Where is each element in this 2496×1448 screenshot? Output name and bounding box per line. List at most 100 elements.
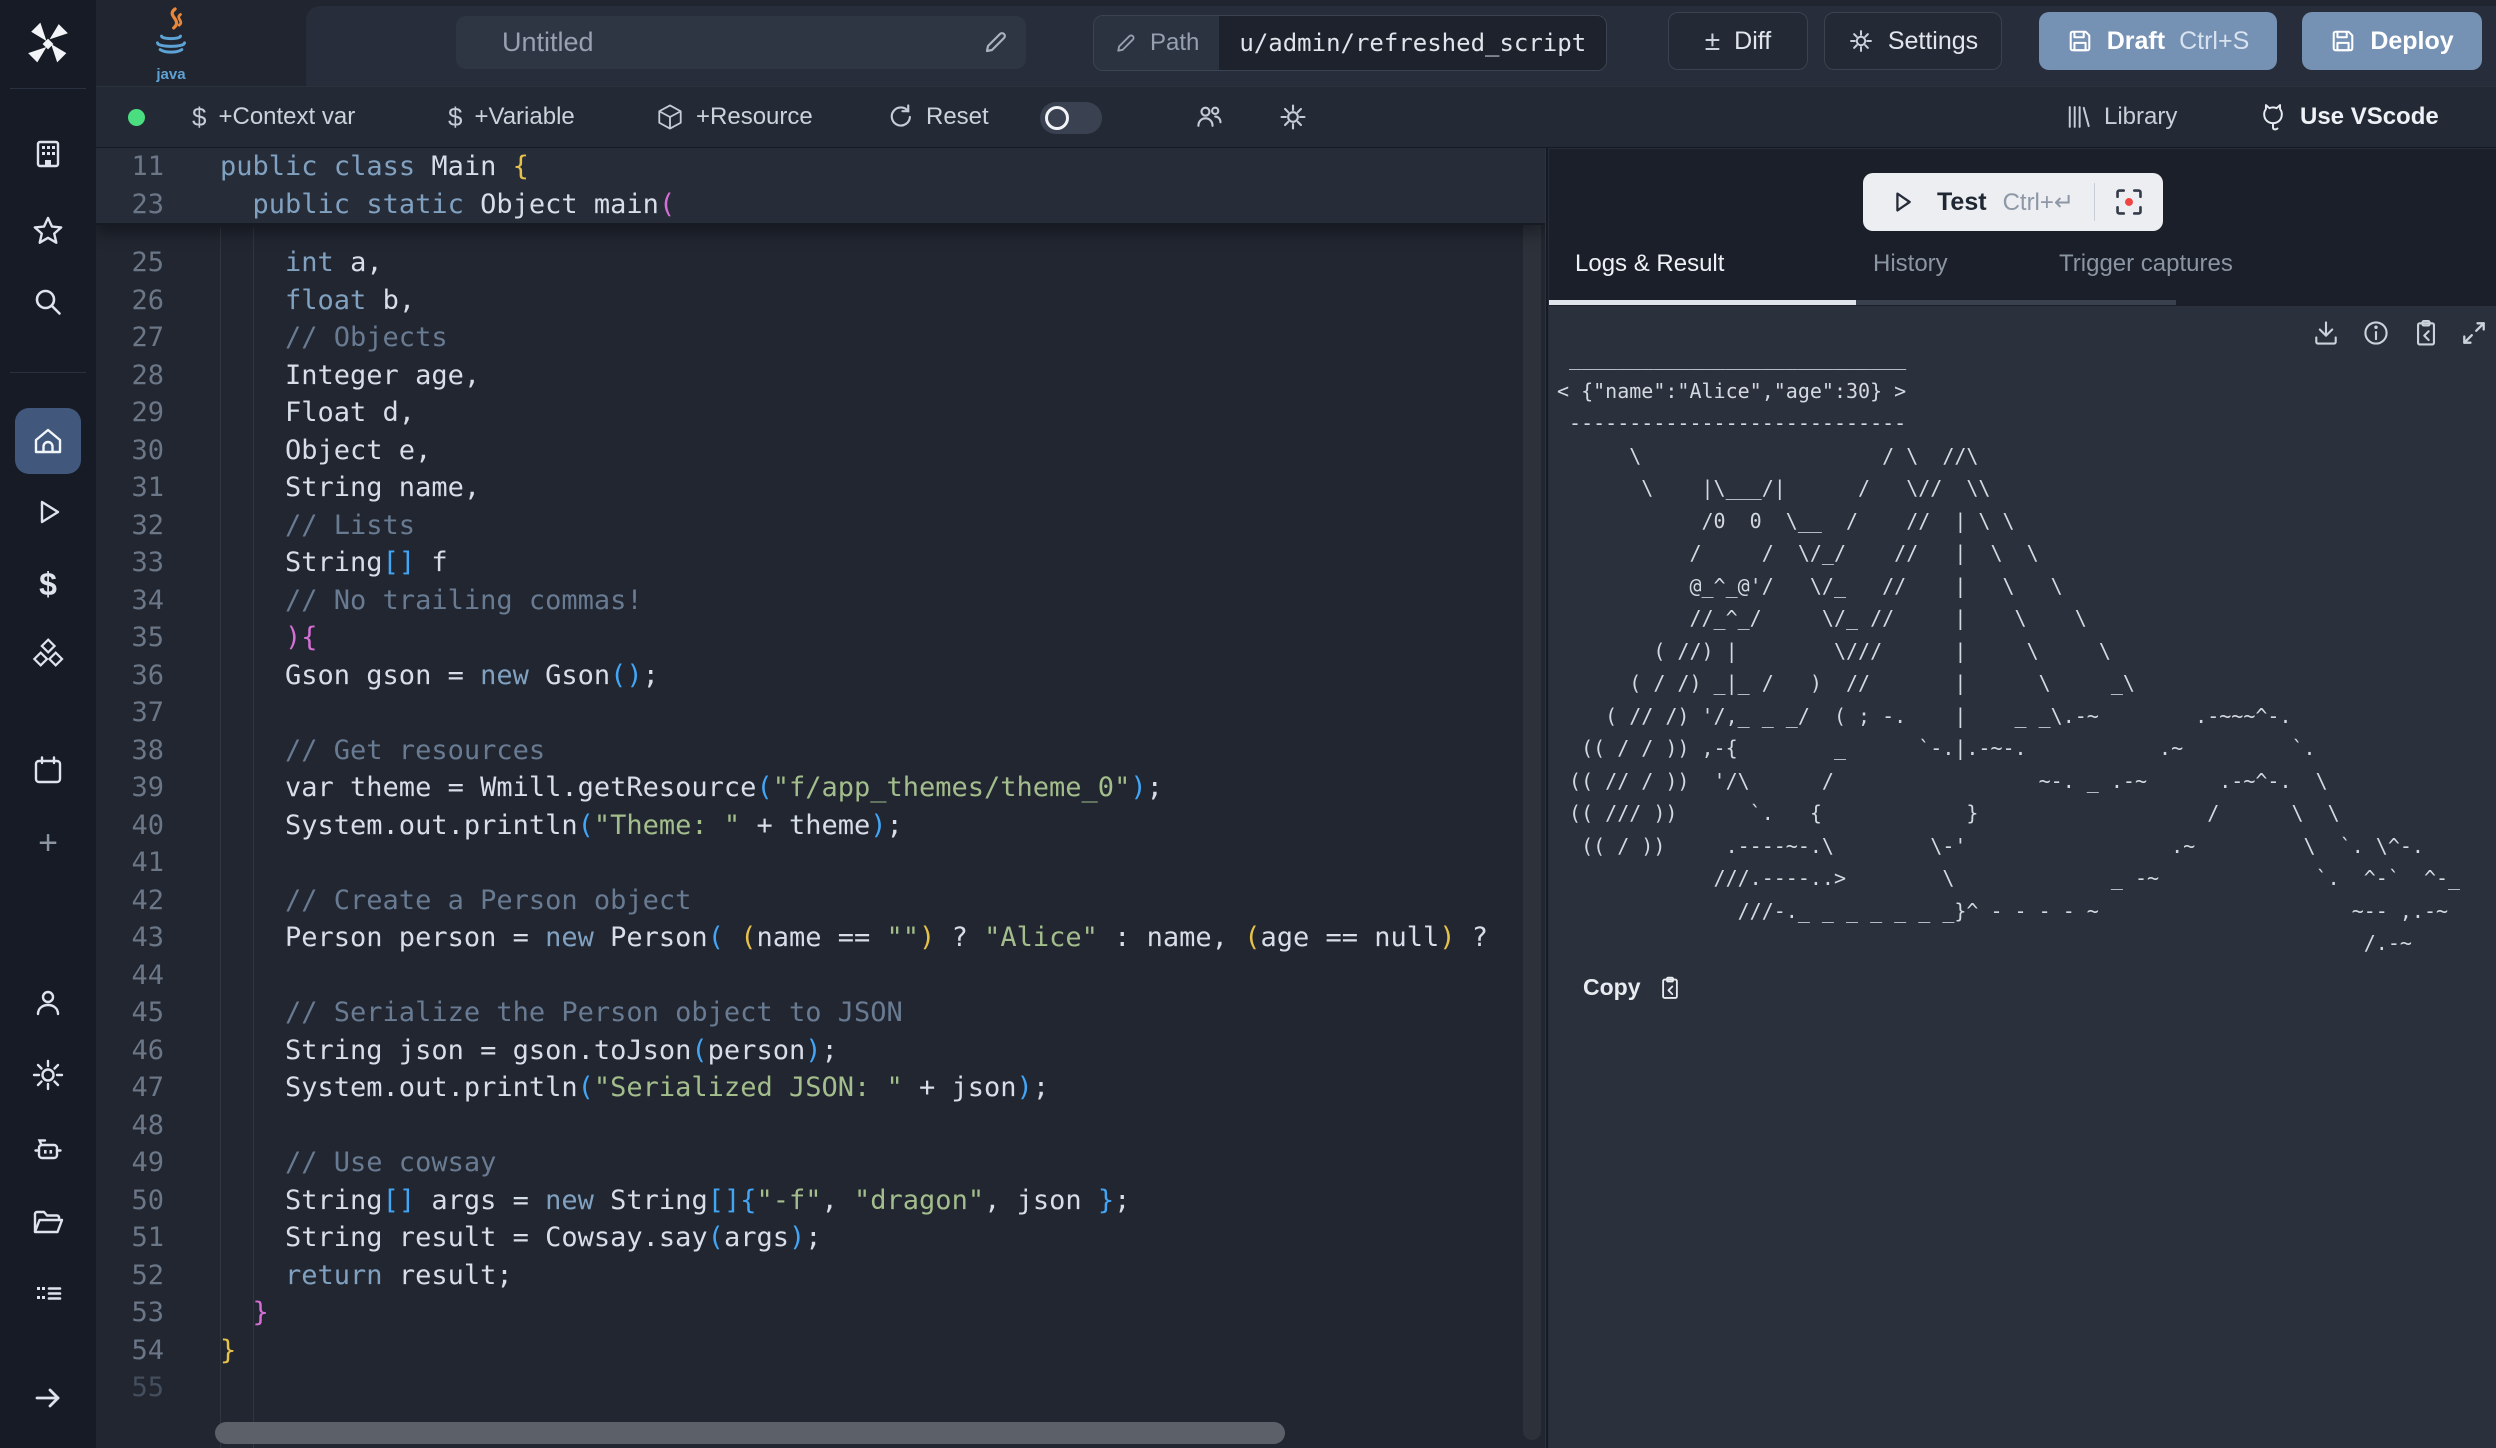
tab-trigger-captures[interactable]: Trigger captures <box>2059 250 2233 278</box>
add-context-var-button[interactable]: $ +Context var <box>192 87 355 147</box>
code-line[interactable]: 44 <box>96 957 1545 995</box>
code-line[interactable]: 31 String name, <box>96 469 1545 507</box>
code-line[interactable]: 34 // No trailing commas! <box>96 582 1545 620</box>
line-number: 53 <box>96 1294 164 1332</box>
diff-mode-toggle[interactable] <box>1040 102 1102 134</box>
code-line[interactable]: 46 String json = gson.toJson(person); <box>96 1032 1545 1070</box>
line-number: 40 <box>96 807 164 845</box>
code-line[interactable]: 23 public static Object main( <box>96 186 1545 224</box>
settings-button[interactable]: Settings <box>1824 12 2002 70</box>
folders-icon[interactable] <box>31 1206 65 1240</box>
tab-logs-result[interactable]: Logs & Result <box>1575 250 1724 278</box>
line-number: 23 <box>96 186 164 224</box>
reset-button[interactable]: Reset <box>886 87 989 147</box>
code-line[interactable]: 55 <box>96 1369 1545 1407</box>
code-line[interactable]: 53 } <box>96 1294 1545 1332</box>
horizontal-scrollbar[interactable] <box>215 1422 1285 1444</box>
code-editor[interactable]: 11public class Main {23 public static Ob… <box>96 148 1546 1448</box>
code-line[interactable]: 39 var theme = Wmill.getResource("f/app_… <box>96 769 1545 807</box>
add-variable-button[interactable]: $ +Variable <box>448 87 575 147</box>
code-line[interactable]: 11public class Main { <box>96 148 1545 186</box>
line-number: 35 <box>96 619 164 657</box>
use-vscode-button[interactable]: Use VScode <box>2258 87 2439 147</box>
reset-icon <box>886 103 914 131</box>
code-line[interactable]: 30 Object e, <box>96 432 1545 470</box>
add-resource-button[interactable]: +Resource <box>656 87 813 147</box>
code-line[interactable]: 42 // Create a Person object <box>96 882 1545 920</box>
dollar-icon: $ <box>192 102 206 133</box>
code-line[interactable]: 37 <box>96 694 1545 732</box>
line-number: 54 <box>96 1332 164 1370</box>
code-line[interactable]: 35 ){ <box>96 619 1545 657</box>
toggle-knob <box>1045 106 1069 130</box>
favorites-star-icon[interactable] <box>31 214 65 248</box>
user-icon[interactable] <box>31 986 65 1020</box>
sidebar-divider <box>10 372 86 373</box>
variables-dollar-icon[interactable]: $ <box>31 566 65 600</box>
path-chip[interactable]: Path u/admin/refreshed_script <box>1093 15 1607 71</box>
logs-list-icon[interactable] <box>31 1276 65 1310</box>
reset-label: Reset <box>926 103 989 131</box>
schedules-calendar-icon[interactable] <box>31 753 65 787</box>
code-line[interactable]: 38 // Get resources <box>96 732 1545 770</box>
library-button[interactable]: Library <box>2064 87 2177 147</box>
code-line[interactable]: 54} <box>96 1332 1545 1370</box>
code-line[interactable]: 27 // Objects <box>96 319 1545 357</box>
line-number: 46 <box>96 1032 164 1070</box>
tab-history[interactable]: History <box>1873 250 1948 278</box>
test-button-group[interactable]: Test Ctrl+↵ <box>1863 173 2163 231</box>
code-line[interactable]: 40 System.out.println("Theme: " + theme)… <box>96 807 1545 845</box>
diff-button[interactable]: ± Diff <box>1668 12 1808 70</box>
path-label-segment[interactable]: Path <box>1094 16 1219 70</box>
code-line[interactable]: 52 return result; <box>96 1257 1545 1295</box>
collaborators-button[interactable] <box>1194 87 1224 147</box>
expand-arrow-icon[interactable] <box>31 1381 65 1415</box>
line-number: 29 <box>96 394 164 432</box>
path-value[interactable]: u/admin/refreshed_script <box>1219 16 1606 70</box>
workers-robot-icon[interactable] <box>31 1133 65 1167</box>
edit-title-pencil-icon[interactable] <box>982 28 1010 56</box>
code-line[interactable]: 36 Gson gson = new Gson(); <box>96 657 1545 695</box>
search-icon[interactable] <box>31 285 65 319</box>
clipboard-copy-icon <box>1657 975 1683 1001</box>
language-tab-java[interactable]: java <box>126 6 216 86</box>
draft-label: Draft <box>2107 27 2165 56</box>
code-line[interactable]: 25 int a, <box>96 244 1545 282</box>
code-line[interactable]: 41 <box>96 844 1545 882</box>
code-line[interactable]: 26 float b, <box>96 282 1545 320</box>
line-number: 42 <box>96 882 164 920</box>
resources-cubes-icon[interactable] <box>31 637 65 671</box>
sticky-scroll-header[interactable]: 11public class Main {23 public static Ob… <box>96 148 1545 225</box>
result-content: ____________________________ < {"name":"… <box>1549 306 2496 1448</box>
test-label: Test <box>1937 188 1987 217</box>
workspace-building-icon[interactable] <box>31 137 65 171</box>
code-line[interactable]: 45 // Serialize the Person object to JSO… <box>96 994 1545 1032</box>
home-icon[interactable] <box>31 424 65 458</box>
result-tabs: Logs & Result History Trigger captures <box>1549 236 2496 306</box>
code-line[interactable]: 33 String[] f <box>96 544 1545 582</box>
code-line[interactable]: 47 System.out.println("Serialized JSON: … <box>96 1069 1545 1107</box>
deploy-button[interactable]: Deploy <box>2302 12 2482 70</box>
code-line[interactable]: 49 // Use cowsay <box>96 1144 1545 1182</box>
line-number: 26 <box>96 282 164 320</box>
script-title-input[interactable] <box>456 16 1026 69</box>
editor-settings-button[interactable] <box>1278 87 1308 147</box>
expand-fullscreen-icon[interactable] <box>2459 318 2489 348</box>
gear-icon <box>1848 28 1874 54</box>
draft-button[interactable]: Draft Ctrl+S <box>2039 12 2277 70</box>
code-line[interactable]: 51 String result = Cowsay.say(args); <box>96 1219 1545 1257</box>
copy-result-button[interactable]: Copy <box>1583 974 1683 1001</box>
windmill-logo-icon[interactable] <box>22 18 74 70</box>
capture-test-button[interactable] <box>2095 173 2163 231</box>
code-line[interactable]: 48 <box>96 1107 1545 1145</box>
vertical-scrollbar[interactable] <box>1523 150 1541 1440</box>
code-line[interactable]: 32 // Lists <box>96 507 1545 545</box>
code-line[interactable]: 50 String[] args = new String[]{"-f", "d… <box>96 1182 1545 1220</box>
code-line[interactable]: 28 Integer age, <box>96 357 1545 395</box>
code-lines[interactable]: 25 int a,26 float b,27 // Objects28 Inte… <box>96 244 1545 1407</box>
code-line[interactable]: 29 Float d, <box>96 394 1545 432</box>
settings-gear-icon[interactable] <box>31 1058 65 1092</box>
code-line[interactable]: 43 Person person = new Person( (name == … <box>96 919 1545 957</box>
add-plus-icon[interactable]: + <box>31 824 65 858</box>
runs-play-icon[interactable] <box>31 495 65 529</box>
